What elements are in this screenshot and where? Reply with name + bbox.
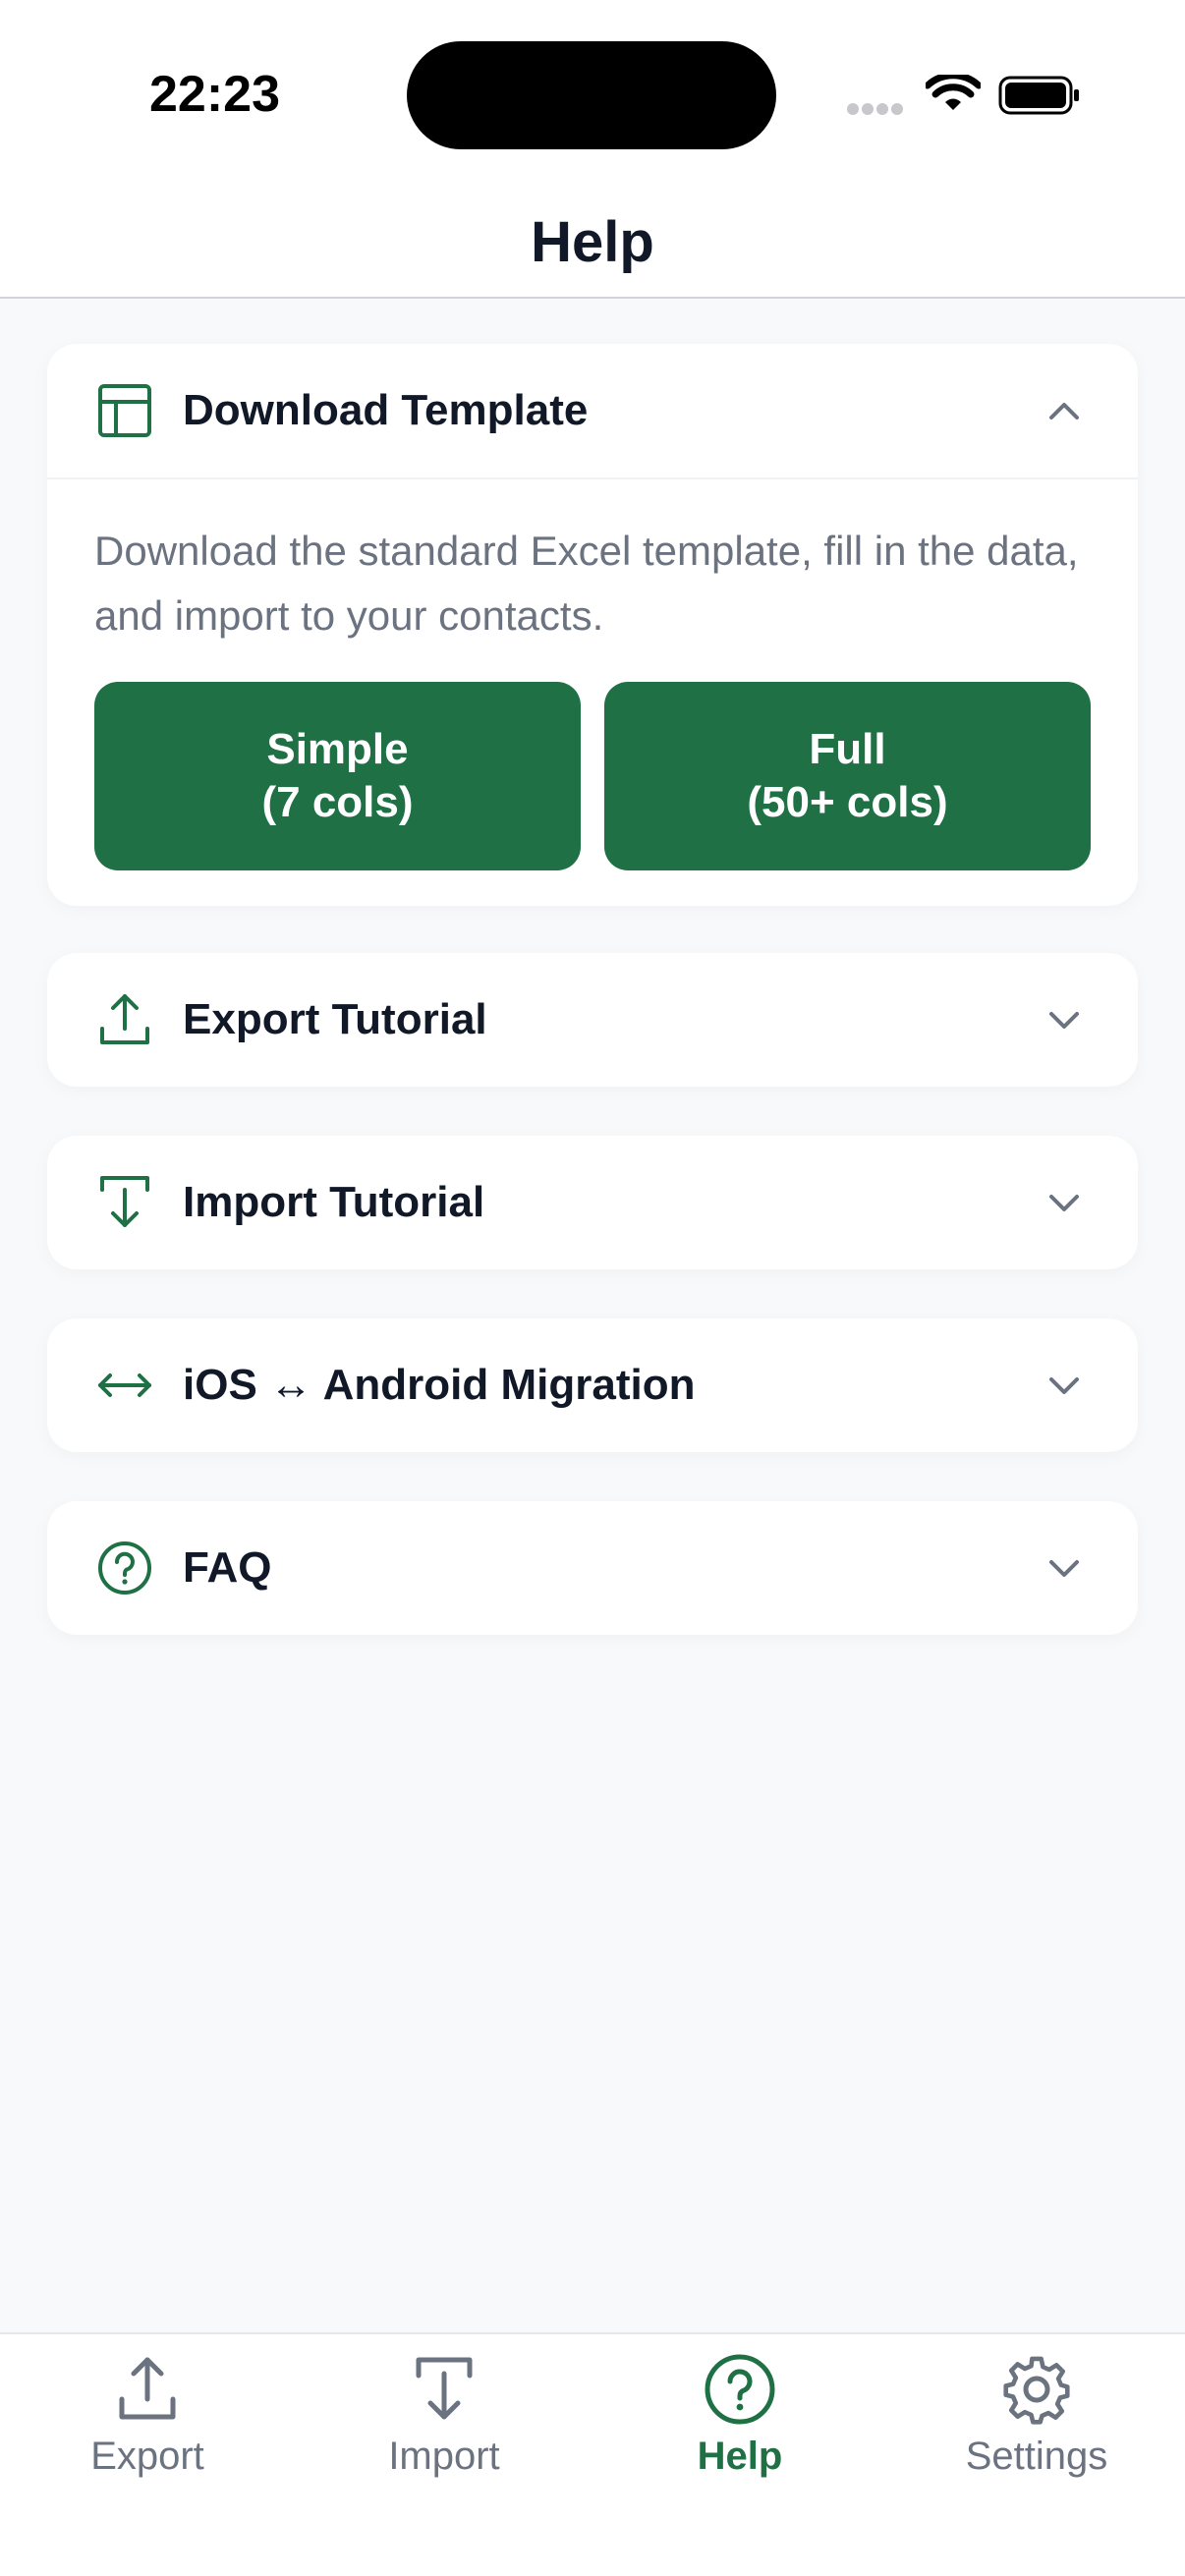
- battery-icon: [998, 76, 1079, 115]
- download-template-title: Download Template: [183, 386, 589, 434]
- gear-icon: [1003, 2356, 1070, 2425]
- tab-settings[interactable]: Settings: [909, 2352, 1164, 2479]
- tab-export[interactable]: Export: [20, 2352, 275, 2479]
- simple-template-button[interactable]: Simple (7 cols): [94, 682, 581, 870]
- faq-header[interactable]: FAQ: [47, 1501, 1138, 1635]
- tab-import-label: Import: [388, 2435, 500, 2478]
- tab-help[interactable]: Help: [612, 2352, 868, 2479]
- download-icon: [100, 1176, 149, 1227]
- navigation-bar: Help: [0, 187, 1185, 299]
- question-circle-icon: [98, 1541, 151, 1595]
- export-tutorial-card[interactable]: Export Tutorial: [47, 953, 1138, 1087]
- download-icon: [416, 2357, 473, 2420]
- full-button-label: Full: [809, 725, 886, 773]
- wifi-icon: [926, 75, 981, 110]
- page-title: Help: [531, 209, 654, 274]
- arrows-horizontal-icon: [98, 1373, 151, 1397]
- tab-bar: Export Import Help Settings: [0, 2332, 1185, 2576]
- table-icon: [98, 384, 151, 437]
- download-template-description: Download the standard Excel template, fi…: [94, 528, 1079, 639]
- tab-export-label: Export: [90, 2435, 204, 2478]
- question-circle-icon: [705, 2354, 775, 2425]
- status-time: 22:23: [149, 66, 280, 123]
- signal-icon: [847, 102, 906, 120]
- migration-title: iOS ↔ Android Migration: [183, 1361, 696, 1409]
- faq-title: FAQ: [183, 1543, 272, 1592]
- chevron-down-icon[interactable]: [1045, 1001, 1083, 1038]
- upload-icon: [100, 994, 149, 1044]
- faq-card[interactable]: FAQ: [47, 1501, 1138, 1635]
- export-tutorial-title: Export Tutorial: [183, 995, 487, 1043]
- upload-icon: [119, 2357, 176, 2420]
- migration-card[interactable]: iOS ↔ Android Migration: [47, 1318, 1138, 1452]
- chevron-up-icon[interactable]: [1045, 392, 1083, 429]
- download-template-header[interactable]: Download Template: [47, 344, 1138, 477]
- dynamic-island: [407, 41, 776, 149]
- download-template-card: Download Template Download the standard …: [47, 344, 1138, 906]
- import-tutorial-header[interactable]: Import Tutorial: [47, 1136, 1138, 1269]
- migration-header[interactable]: iOS ↔ Android Migration: [47, 1318, 1138, 1452]
- tab-help-label: Help: [697, 2435, 783, 2478]
- import-tutorial-card[interactable]: Import Tutorial: [47, 1136, 1138, 1269]
- import-tutorial-title: Import Tutorial: [183, 1178, 485, 1226]
- status-bar: 22:23: [0, 0, 1185, 187]
- tab-import[interactable]: Import: [316, 2352, 572, 2479]
- chevron-down-icon[interactable]: [1045, 1184, 1083, 1221]
- chevron-down-icon[interactable]: [1045, 1549, 1083, 1587]
- template-button-row: Simple (7 cols) Full (50+ cols): [47, 648, 1138, 906]
- full-button-sublabel: (50+ cols): [747, 778, 948, 826]
- tab-settings-label: Settings: [965, 2435, 1108, 2478]
- simple-button-sublabel: (7 cols): [261, 778, 414, 826]
- full-template-button[interactable]: Full (50+ cols): [604, 682, 1091, 870]
- export-tutorial-header[interactable]: Export Tutorial: [47, 953, 1138, 1087]
- chevron-down-icon[interactable]: [1045, 1367, 1083, 1404]
- simple-button-label: Simple: [266, 725, 409, 773]
